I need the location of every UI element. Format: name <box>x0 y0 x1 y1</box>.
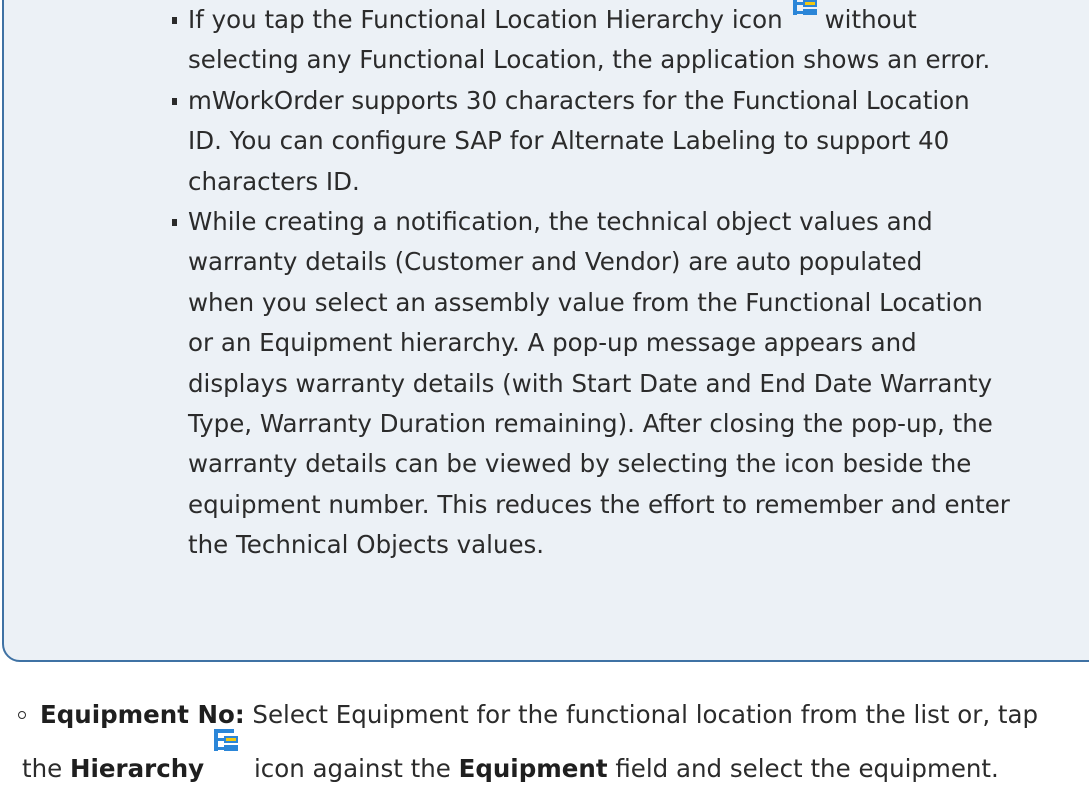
note-text: without <box>824 5 917 34</box>
note-line: warranty details can be viewed by select… <box>188 449 972 479</box>
note-item-hierarchy-error: If you tap the Functional Location Hiera… <box>170 0 1089 81</box>
hierarchy-label: Hierarchy <box>70 754 205 783</box>
equipment-text: Select Equipment for the functional loca… <box>244 700 1039 729</box>
note-line: when you select an assembly value from t… <box>188 287 983 317</box>
bullet <box>172 97 177 105</box>
note-line: warranty details (Customer and Vendor) a… <box>188 247 923 277</box>
equipment-line-1: Equipment No: Select Equipment for the f… <box>18 688 1078 742</box>
equipment-text: icon against the <box>246 754 459 783</box>
note-line: mWorkOrder supports 30 characters for th… <box>188 85 970 115</box>
note-line: equipment number. This reduces the effor… <box>188 489 1010 519</box>
note-line: characters ID. <box>188 166 360 196</box>
note-line: selecting any Functional Location, the a… <box>188 45 991 75</box>
equipment-field-label: Equipment <box>458 754 608 783</box>
circle-bullet <box>18 711 26 719</box>
bullet <box>172 17 177 24</box>
equipment-no-item: Equipment No: Select Equipment for the f… <box>18 688 1078 795</box>
equipment-text: the <box>22 754 70 783</box>
hierarchy-icon <box>212 728 240 752</box>
equipment-no-label: Equipment No: <box>40 700 245 729</box>
note-item-warranty: While creating a notification, the techn… <box>170 202 1089 566</box>
note-line: or an Equipment hierarchy. A pop-up mess… <box>188 328 917 358</box>
note-line: displays warranty details (with Start Da… <box>188 368 993 398</box>
hierarchy-icon <box>791 0 819 16</box>
note-line: While creating a notification, the techn… <box>188 207 933 237</box>
note-line: If you tap the Functional Location Hiera… <box>188 0 1089 40</box>
note-line: ID. You can configure SAP for Alternate … <box>188 126 950 156</box>
note-item-character-limit: mWorkOrder supports 30 characters for th… <box>170 81 1089 202</box>
bullet <box>172 219 177 227</box>
note-line: Type, Warranty Duration remaining). Afte… <box>188 409 993 439</box>
note-list: If you tap the Functional Location Hiera… <box>170 0 1089 566</box>
note-text: If you tap the Functional Location Hiera… <box>188 5 783 34</box>
equipment-text: field and select the equipment. <box>607 754 999 783</box>
equipment-line-2: the Hierarchy icon against the Equipment… <box>18 729 1078 795</box>
note-line: the Technical Objects values. <box>188 530 545 560</box>
